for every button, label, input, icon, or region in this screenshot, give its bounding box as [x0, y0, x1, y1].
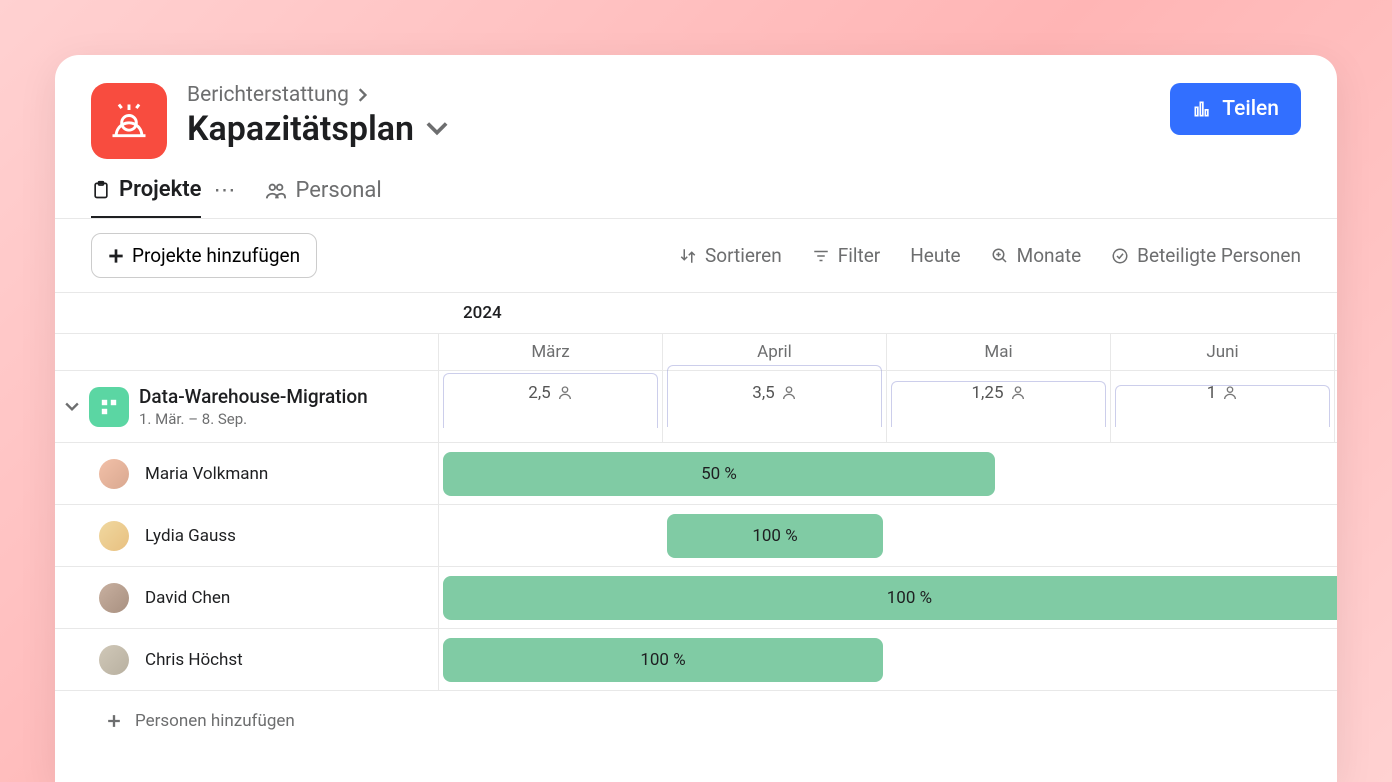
- clipboard-icon: [91, 180, 111, 200]
- expand-toggle[interactable]: [65, 400, 79, 414]
- person-name[interactable]: Maria Volkmann: [145, 464, 268, 484]
- month-header: Juni: [1111, 334, 1335, 370]
- allocation-bar[interactable]: 100 %: [443, 638, 883, 682]
- avatar: [99, 583, 129, 613]
- app-window: Berichterstattung Kapazitätsplan Teilen …: [55, 55, 1337, 782]
- person-row: Lydia Gauss 100 %: [55, 505, 1337, 567]
- person-row: Chris Höchst 100 %: [55, 629, 1337, 691]
- allocation-cell[interactable]: 2,5: [439, 371, 663, 442]
- filter-icon: [812, 247, 830, 265]
- tab-personal-label: Personal: [295, 178, 381, 203]
- person-name[interactable]: David Chen: [145, 588, 230, 608]
- workspace-icon: [91, 83, 167, 159]
- project-thumbnail: [89, 387, 129, 427]
- involved-people-button[interactable]: Beteiligte Personen: [1111, 244, 1301, 267]
- chevron-right-icon: [357, 88, 367, 102]
- tabs: Projekte ⋯ Personal: [55, 159, 1337, 219]
- sort-button[interactable]: Sortieren: [679, 244, 782, 267]
- project-summary-row: Data-Warehouse-Migration 1. Mär. – 8. Se…: [55, 371, 1337, 443]
- filter-button[interactable]: Filter: [812, 244, 880, 267]
- share-icon: [1192, 99, 1212, 119]
- page-title: Kapazitätsplan: [187, 109, 414, 149]
- toolbar: Projekte hinzufügen Sortieren Filter Heu…: [55, 219, 1337, 293]
- month-header: Mai: [887, 334, 1111, 370]
- share-button[interactable]: Teilen: [1170, 83, 1301, 135]
- sort-icon: [679, 247, 697, 265]
- tab-projects-label: Projekte: [119, 177, 201, 202]
- tab-projects[interactable]: Projekte: [91, 177, 201, 218]
- more-menu[interactable]: ⋯: [213, 178, 237, 217]
- people-icon: [265, 180, 287, 202]
- plus-icon: [107, 714, 121, 728]
- avatar: [99, 459, 129, 489]
- allocation-bar[interactable]: 50 %: [443, 452, 995, 496]
- months-button[interactable]: Monate: [991, 244, 1082, 267]
- zoom-icon: [991, 247, 1009, 265]
- check-circle-icon: [1111, 247, 1129, 265]
- year-label: 2024: [55, 293, 1337, 333]
- allocation-bar[interactable]: 100 %: [667, 514, 883, 558]
- tab-personal[interactable]: Personal: [265, 177, 381, 218]
- timeline-grid: 2024 März April Mai Juni Data-Warehouse-…: [55, 293, 1337, 782]
- share-label: Teilen: [1222, 97, 1279, 121]
- avatar: [99, 521, 129, 551]
- project-name[interactable]: Data-Warehouse-Migration: [139, 385, 368, 408]
- breadcrumb-text: Berichterstattung: [187, 83, 349, 107]
- allocation-cell[interactable]: 3,5: [663, 371, 887, 442]
- chevron-down-icon[interactable]: [426, 118, 448, 140]
- month-header: März: [439, 334, 663, 370]
- allocation-cell[interactable]: 1,25: [887, 371, 1111, 442]
- add-person-label: Personen hinzufügen: [135, 711, 295, 731]
- add-projects-button[interactable]: Projekte hinzufügen: [91, 233, 317, 278]
- allocation-cell[interactable]: 1: [1111, 371, 1335, 442]
- project-dates: 1. Mär. – 8. Sep.: [139, 410, 368, 428]
- person-row: David Chen 100 %: [55, 567, 1337, 629]
- header: Berichterstattung Kapazitätsplan Teilen: [55, 55, 1337, 159]
- breadcrumb[interactable]: Berichterstattung: [187, 83, 448, 107]
- add-person-button[interactable]: Personen hinzufügen: [55, 691, 1337, 751]
- person-row: Maria Volkmann 50 %: [55, 443, 1337, 505]
- today-button[interactable]: Heute: [910, 244, 960, 267]
- person-name[interactable]: Lydia Gauss: [145, 526, 236, 546]
- allocation-bar[interactable]: 100 %: [443, 576, 1337, 620]
- avatar: [99, 645, 129, 675]
- person-name[interactable]: Chris Höchst: [145, 650, 243, 670]
- add-projects-label: Projekte hinzufügen: [132, 244, 300, 267]
- plus-icon: [108, 248, 124, 264]
